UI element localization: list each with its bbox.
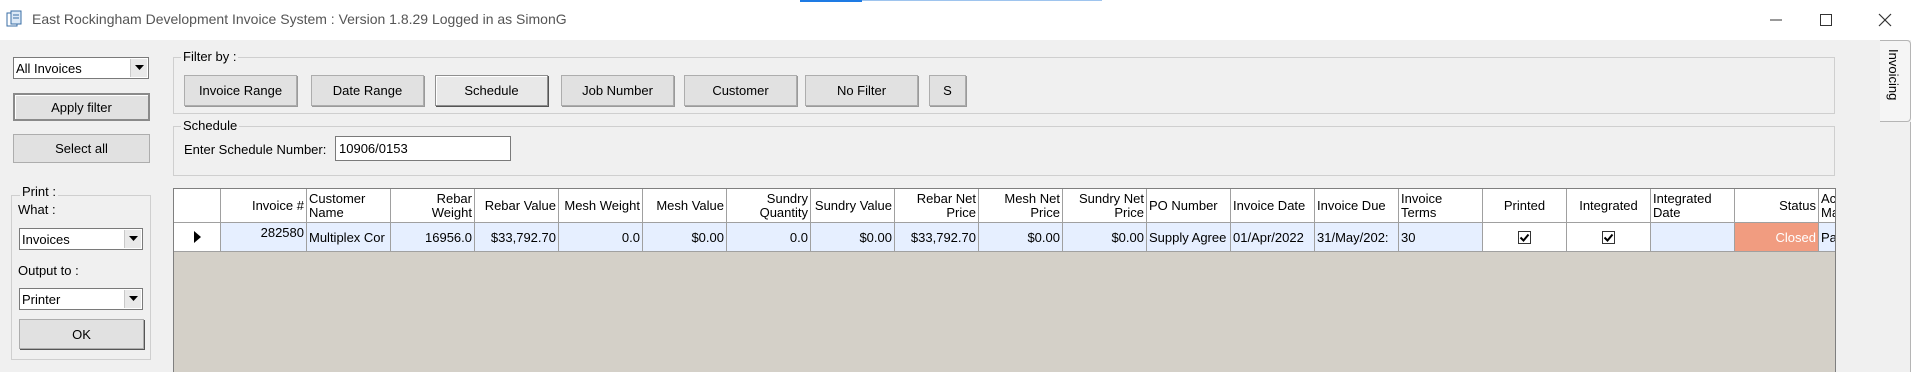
- schedule-group-label: Schedule: [181, 118, 240, 133]
- table-row[interactable]: 282580 Multiplex Cor 16956.0 $33,792.70 …: [174, 223, 1835, 252]
- cell-invoice-terms[interactable]: 30: [1399, 223, 1483, 252]
- cell-sundry-net-price[interactable]: $0.00: [1063, 223, 1147, 252]
- filter-job-number-button[interactable]: Job Number: [561, 75, 674, 106]
- title-accent-line: [800, 0, 862, 2]
- cell-rebar-weight[interactable]: 16956.0: [391, 223, 475, 252]
- close-button[interactable]: [1862, 0, 1908, 40]
- row-header-corner: [174, 189, 221, 223]
- col-status[interactable]: Status: [1735, 189, 1819, 223]
- checkmark-icon: [1603, 233, 1614, 242]
- col-printed[interactable]: Printed: [1483, 189, 1567, 223]
- row-selector[interactable]: [174, 223, 221, 252]
- cell-po-number[interactable]: Supply Agree: [1147, 223, 1231, 252]
- checkmark-icon: [1519, 233, 1530, 242]
- minimize-icon: [1770, 19, 1782, 21]
- output-value: Printer: [22, 292, 61, 307]
- printed-checkbox[interactable]: [1518, 230, 1531, 244]
- select-all-button[interactable]: Select all: [13, 134, 150, 163]
- row-pointer-icon: [194, 231, 201, 243]
- window-title: East Rockingham Development Invoice Syst…: [32, 11, 567, 27]
- output-to-label: Output to :: [18, 263, 79, 278]
- tab-invoicing-label: Invoicing: [1886, 49, 1901, 101]
- dropdown-button[interactable]: [124, 230, 141, 248]
- col-mesh-weight[interactable]: Mesh Weight: [559, 189, 643, 223]
- chevron-down-icon: [134, 65, 144, 70]
- ok-button[interactable]: OK: [19, 319, 144, 349]
- col-sundry-net-price[interactable]: Sundry Net Price: [1063, 189, 1147, 223]
- cell-status[interactable]: Closed: [1735, 223, 1819, 252]
- filter-s-button[interactable]: S: [929, 75, 966, 106]
- what-label: What :: [18, 202, 56, 217]
- maximize-icon: [1820, 14, 1832, 26]
- col-rebar-weight[interactable]: Rebar Weight: [391, 189, 475, 223]
- schedule-number-input[interactable]: 10906/0153: [335, 136, 511, 161]
- grid-header: Invoice # Customer Name Rebar Weight Reb…: [174, 189, 1835, 223]
- integrated-checkbox[interactable]: [1602, 230, 1615, 244]
- cell-mesh-value[interactable]: $0.00: [643, 223, 727, 252]
- cell-sundry-value[interactable]: $0.00: [811, 223, 895, 252]
- filter-group-label: Filter by :: [181, 49, 239, 64]
- schedule-number-label: Enter Schedule Number:: [184, 142, 327, 157]
- col-customer-name[interactable]: Customer Name: [307, 189, 391, 223]
- cell-customer-name[interactable]: Multiplex Cor: [307, 223, 391, 252]
- what-value: Invoices: [22, 232, 70, 247]
- invoice-type-value: All Invoices: [16, 61, 82, 76]
- cell-printed[interactable]: [1483, 223, 1567, 252]
- cell-invoice-date[interactable]: 01/Apr/2022: [1231, 223, 1315, 252]
- col-acc-ma[interactable]: Acc Ma: [1819, 189, 1835, 223]
- cell-sundry-quantity[interactable]: 0.0: [727, 223, 811, 252]
- col-integrated[interactable]: Integrated: [1567, 189, 1651, 223]
- col-po-number[interactable]: PO Number: [1147, 189, 1231, 223]
- col-mesh-value[interactable]: Mesh Value: [643, 189, 727, 223]
- col-invoice-date[interactable]: Invoice Date: [1231, 189, 1315, 223]
- cell-invoice-due[interactable]: 31/May/202:: [1315, 223, 1399, 252]
- col-rebar-net-price[interactable]: Rebar Net Price: [895, 189, 979, 223]
- cell-integrated[interactable]: [1567, 223, 1651, 252]
- cell-rebar-net-price[interactable]: $33,792.70: [895, 223, 979, 252]
- col-mesh-net-price[interactable]: Mesh Net Price: [979, 189, 1063, 223]
- filter-date-range-button[interactable]: Date Range: [311, 75, 424, 106]
- what-select[interactable]: Invoices: [19, 228, 143, 250]
- cell-acc-ma[interactable]: Pa: [1819, 223, 1835, 252]
- col-integrated-date[interactable]: Integrated Date: [1651, 189, 1735, 223]
- chevron-down-icon: [128, 296, 138, 301]
- side-tab-strip: [1880, 122, 1911, 372]
- filter-invoice-range-button[interactable]: Invoice Range: [184, 75, 297, 106]
- app-icon: [6, 10, 22, 27]
- col-sundry-quantity[interactable]: Sundry Quantity: [727, 189, 811, 223]
- title-accent-line-light: [862, 0, 1102, 1]
- cell-mesh-weight[interactable]: 0.0: [559, 223, 643, 252]
- close-icon: [1878, 13, 1892, 27]
- filter-no-filter-button[interactable]: No Filter: [805, 75, 918, 106]
- output-select[interactable]: Printer: [19, 288, 143, 310]
- chevron-down-icon: [128, 236, 138, 241]
- cell-integrated-date[interactable]: [1651, 223, 1735, 252]
- col-invoice-number[interactable]: Invoice #: [221, 189, 307, 223]
- col-invoice-terms[interactable]: Invoice Terms: [1399, 189, 1483, 223]
- title-bar: East Rockingham Development Invoice Syst…: [0, 0, 1911, 40]
- invoice-type-select[interactable]: All Invoices: [13, 57, 149, 79]
- apply-filter-button[interactable]: Apply filter: [13, 93, 150, 121]
- cell-mesh-net-price[interactable]: $0.00: [979, 223, 1063, 252]
- invoice-grid[interactable]: Invoice # Customer Name Rebar Weight Reb…: [173, 188, 1836, 372]
- minimize-button[interactable]: [1753, 0, 1799, 40]
- maximize-button[interactable]: [1803, 0, 1849, 40]
- col-invoice-due[interactable]: Invoice Due: [1315, 189, 1399, 223]
- tab-invoicing[interactable]: Invoicing: [1880, 40, 1911, 122]
- col-rebar-value[interactable]: Rebar Value: [475, 189, 559, 223]
- col-sundry-value[interactable]: Sundry Value: [811, 189, 895, 223]
- cell-invoice-number[interactable]: 282580: [221, 223, 307, 252]
- print-group-label: Print :: [20, 184, 58, 199]
- filter-customer-button[interactable]: Customer: [684, 75, 797, 106]
- dropdown-button[interactable]: [130, 59, 147, 77]
- filter-schedule-button[interactable]: Schedule: [435, 75, 548, 106]
- dropdown-button[interactable]: [124, 290, 141, 308]
- cell-rebar-value[interactable]: $33,792.70: [475, 223, 559, 252]
